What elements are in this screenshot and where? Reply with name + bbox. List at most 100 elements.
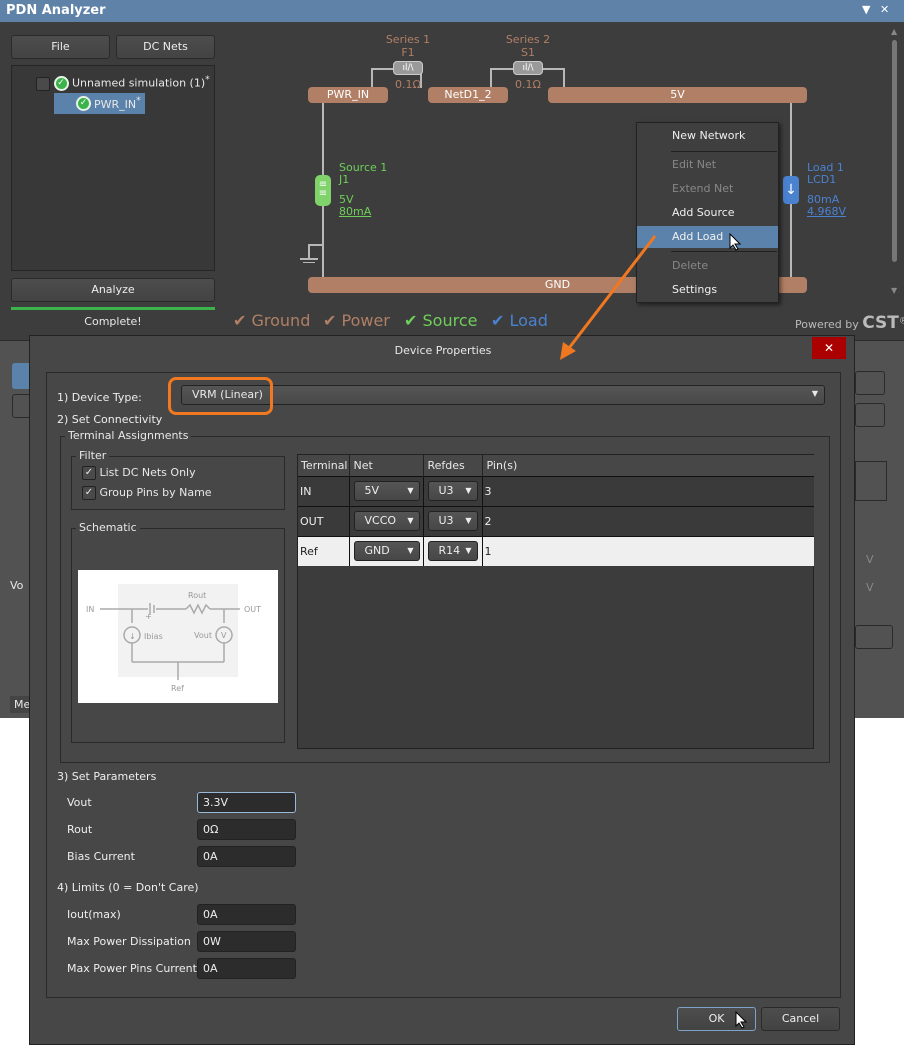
resistor-icon[interactable]: ıl/\	[513, 61, 543, 75]
refdes-cell: U3 ▼	[423, 476, 483, 506]
net-dropdown[interactable]: GND ▼	[353, 541, 420, 562]
resistor-icon[interactable]: ıl/\	[393, 61, 423, 75]
refdes-dropdown[interactable]: R14 ▼	[427, 541, 478, 562]
scrollbar[interactable]	[892, 40, 897, 262]
menu-new-network[interactable]: New Network	[637, 125, 778, 147]
terminal-cell: IN	[298, 476, 350, 506]
file-button[interactable]: File	[11, 35, 110, 59]
reg-mark: ®	[898, 315, 904, 327]
table-row[interactable]: OUT VCCO ▼ U3 ▼ 2	[298, 506, 814, 536]
legend-label: Load	[509, 311, 548, 330]
menu-settings[interactable]: Settings	[637, 279, 778, 301]
powered-by-text: Powered by	[795, 318, 859, 331]
max-power-dissipation-input[interactable]: 0W	[197, 931, 296, 952]
check-circle-icon: ✓	[76, 96, 91, 111]
tree-item-simulation[interactable]: ✓ Unnamed simulation (1)*	[36, 74, 210, 92]
dialog-close-button[interactable]: ✕	[812, 337, 846, 359]
net-dropdown[interactable]: 5V ▼	[353, 481, 420, 501]
menu-add-load[interactable]: Add Load	[637, 226, 778, 248]
iout-max--input[interactable]: 0A	[197, 904, 296, 925]
context-menu: New Network Edit Net Extend Net Add Sour…	[636, 122, 779, 303]
net-cell: GND ▼	[349, 536, 424, 566]
list-dc-nets-checkbox[interactable]: ✓ List DC Nets Only	[82, 466, 196, 480]
params-label: Vout	[67, 796, 92, 809]
table-row[interactable]: Ref GND ▼ R14 ▼ 1	[298, 536, 814, 566]
refdes-value: U3	[438, 514, 454, 527]
net-value: 5V	[364, 484, 380, 497]
column-header[interactable]: Refdes	[423, 455, 483, 476]
menu-add-source[interactable]: Add Source	[637, 202, 778, 224]
column-header[interactable]: Terminal	[298, 455, 350, 476]
checkbox[interactable]	[36, 76, 50, 91]
mouse-cursor-icon	[735, 1011, 747, 1029]
chevron-down-icon: ▼	[465, 546, 472, 556]
net-dropdown[interactable]: VCCO ▼	[353, 511, 420, 531]
refdes-dropdown[interactable]: U3 ▼	[427, 511, 478, 531]
bias-current-input[interactable]: 0A	[197, 846, 296, 867]
group-pins-checkbox[interactable]: ✓ Group Pins by Name	[82, 486, 212, 500]
dc-nets-button[interactable]: DC Nets	[116, 35, 215, 59]
checkbox-label: Group Pins by Name	[99, 486, 212, 499]
scroll-up-icon[interactable]: ▲	[891, 27, 897, 36]
load-voltage[interactable]: 4.968V	[807, 206, 846, 218]
menu-delete[interactable]: Delete	[637, 255, 778, 277]
series1-ref: F1	[401, 46, 415, 59]
chevron-down-icon: ▼	[407, 546, 414, 556]
max-power-pins-current-input[interactable]: 0A	[197, 958, 296, 979]
powered-by: Powered by CST®	[795, 313, 904, 333]
refdes-value: U3	[438, 484, 454, 497]
table-row[interactable]: IN 5V ▼ U3 ▼ 3	[298, 476, 814, 506]
net-netd1-2[interactable]: NetD1_2	[428, 87, 508, 103]
rout-input[interactable]: 0Ω	[197, 819, 296, 840]
schematic-rout-label: Rout	[188, 591, 206, 600]
chevron-down-icon: ▼	[407, 516, 414, 525]
schematic-ibias-label: Ibias	[144, 632, 163, 641]
device-type-select[interactable]: VRM (Linear) ▼	[181, 385, 825, 405]
title-bar: PDN Analyzer ▼ ✕	[0, 0, 904, 22]
parameters-label: 3) Set Parameters	[57, 770, 157, 783]
limits-label: Iout(max)	[67, 908, 121, 921]
pins-cell: 1	[484, 544, 492, 558]
menu-extend-net[interactable]: Extend Net	[637, 178, 778, 200]
load-arrow-icon[interactable]: ↓	[783, 176, 799, 204]
legend-source[interactable]: ✔ Source	[404, 311, 477, 330]
filter-group: Filter ✓ List DC Nets Only ✓ Group Pins …	[71, 449, 285, 510]
schematic-out-label: OUT	[244, 605, 261, 614]
pin-menu-icon[interactable]: ▼	[862, 3, 870, 16]
schematic-v-label: V	[221, 631, 227, 640]
chevron-down-icon: ▼	[465, 486, 472, 495]
source-current[interactable]: 80mA	[339, 206, 371, 218]
bg-unit: V	[866, 581, 874, 594]
arrow-down-icon: ↓	[129, 632, 136, 641]
close-icon[interactable]: ✕	[880, 3, 889, 16]
source-icon[interactable]: ≡ ≡	[315, 175, 331, 206]
simulation-label: Unnamed simulation (1)	[72, 76, 206, 90]
legend-power[interactable]: ✔ Power	[323, 311, 390, 330]
limits-label: Max Power Pins Current	[67, 962, 197, 975]
net-pwr-in[interactable]: PWR_IN	[308, 87, 388, 103]
legend-load[interactable]: ✔ Load	[491, 311, 548, 330]
tree-item-pwr-in[interactable]: ✓ PWR_IN*	[54, 93, 145, 114]
net-cell: 5V ▼	[349, 476, 424, 506]
pins-cell: 3	[484, 484, 492, 498]
scroll-down-icon[interactable]: ▼	[891, 286, 897, 295]
series2-ref: S1	[521, 46, 535, 59]
refdes-dropdown[interactable]: U3 ▼	[427, 481, 478, 501]
column-header[interactable]: Net	[349, 455, 424, 476]
series1-name: Series 1	[385, 33, 431, 46]
net-5v[interactable]: 5V	[548, 87, 807, 103]
net-cell: VCCO ▼	[349, 506, 424, 536]
net-value: GND	[364, 544, 390, 558]
legend-ground[interactable]: ✔ Ground	[233, 311, 310, 330]
menu-edit-net[interactable]: Edit Net	[637, 154, 778, 176]
device-type-label: 1) Device Type:	[57, 391, 142, 404]
column-header[interactable]: Pin(s)	[482, 455, 814, 476]
vout-input[interactable]: 3.3V	[197, 792, 296, 813]
schematic-ref-label: Ref	[171, 684, 184, 693]
cancel-button[interactable]: Cancel	[761, 1007, 840, 1031]
progress-bar	[11, 307, 215, 310]
refdes-cell: R14 ▼	[423, 536, 483, 566]
checkbox-label: List DC Nets Only	[99, 466, 196, 479]
analyze-button[interactable]: Analyze	[11, 278, 215, 302]
terminal-table-container: Terminal Net Refdes Pin(s) IN 5V ▼ U3 ▼ 3 OUT V…	[297, 454, 814, 749]
